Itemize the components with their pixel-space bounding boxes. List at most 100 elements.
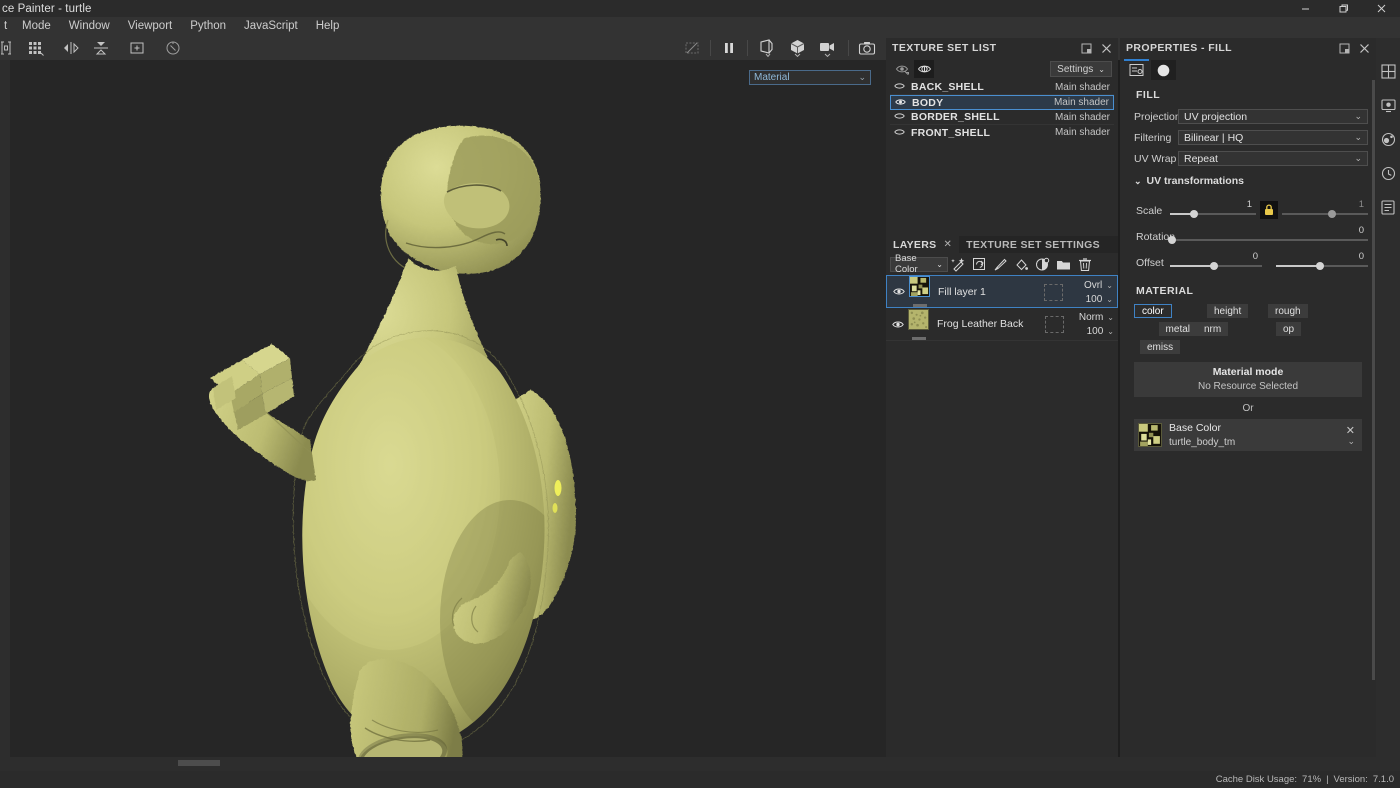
chevron-down-icon[interactable]: ⌄ <box>1347 436 1355 447</box>
sphere-material-icon[interactable] <box>1151 60 1176 80</box>
layer-blend-mode[interactable]: Norm ⌄ <box>1068 312 1114 323</box>
layer-blend-value: Ovrl <box>1083 280 1103 291</box>
eye-toggle-all-icon[interactable] <box>892 60 912 78</box>
symmetry-plane-icon[interactable] <box>88 36 114 60</box>
uv-transformations-header[interactable]: ⌄ UV transformations <box>1134 175 1368 187</box>
projection-select[interactable]: UV projection ⌄ <box>1178 109 1368 124</box>
viewport-material-dropdown[interactable]: Material ⌄ <box>749 70 871 85</box>
layer-mask-slot[interactable] <box>1044 284 1063 301</box>
close-button[interactable] <box>1362 0 1400 17</box>
menu-javascript[interactable]: JavaScript <box>235 17 307 36</box>
menu-window[interactable]: Window <box>60 17 119 36</box>
channel-chip-height[interactable]: height <box>1207 304 1249 318</box>
eye-icon[interactable] <box>891 287 907 296</box>
lock-icon[interactable] <box>1260 201 1278 219</box>
history-icon[interactable] <box>1379 164 1397 182</box>
scale-u-slider[interactable]: 1 <box>1170 199 1256 219</box>
tab-layers[interactable]: LAYERS ✕ <box>886 236 960 253</box>
bottom-strip-handle[interactable] <box>178 760 220 766</box>
offset-u-slider[interactable]: 0 <box>1170 251 1262 271</box>
shading-mode-icon[interactable] <box>753 36 783 60</box>
float-panel-icon[interactable] <box>1339 43 1350 54</box>
add-effect-icon[interactable] <box>948 254 969 274</box>
scrollbar-thumb[interactable] <box>1372 80 1375 680</box>
layer-opacity[interactable]: 100 ⌄ <box>1067 294 1113 305</box>
eye-icon[interactable] <box>894 81 905 93</box>
rotation-slider[interactable]: 0 <box>1167 225 1368 245</box>
symmetry-icon[interactable] <box>58 36 84 60</box>
channel-chip-emiss[interactable]: emiss <box>1140 340 1181 354</box>
left-tool-strip[interactable] <box>0 60 10 770</box>
channel-chip-rough[interactable]: rough <box>1268 304 1308 318</box>
scale-u-value: 1 <box>1246 199 1252 210</box>
base-color-thumbnail[interactable] <box>1138 423 1162 447</box>
scale-v-slider[interactable]: 1 <box>1282 199 1368 219</box>
chevron-down-icon: ⌄ <box>1107 313 1114 322</box>
texture-set-row-back-shell[interactable]: BACK_SHELL Main shader <box>890 80 1114 95</box>
pause-icon[interactable] <box>716 36 742 60</box>
menu-python[interactable]: Python <box>181 17 235 36</box>
add-adjustment-icon[interactable] <box>969 254 990 274</box>
fill-layer-thumbnail[interactable] <box>909 276 930 297</box>
uv-wrap-select[interactable]: Repeat ⌄ <box>1178 151 1368 166</box>
close-icon[interactable] <box>1101 43 1112 54</box>
screenshot-icon[interactable] <box>854 36 880 60</box>
layer-mask-slot[interactable] <box>1045 316 1064 333</box>
texture-set-row-front-shell[interactable]: FRONT_SHELL Main shader <box>890 125 1114 140</box>
eye-icon[interactable] <box>890 320 906 329</box>
add-fill-layer-icon[interactable] <box>1011 254 1032 274</box>
base-color-resource-card[interactable]: Base Color turtle_body_tm ✕ ⌄ <box>1134 419 1362 451</box>
channel-chip-nrm[interactable]: nrm <box>1197 322 1229 336</box>
texture-set-row-body[interactable]: BODY Main shader <box>890 95 1114 110</box>
viewport-3d[interactable]: Material ⌄ Y X Z <box>10 60 886 770</box>
maximize-restore-button[interactable] <box>1324 0 1362 17</box>
chevron-down-icon: ⌄ <box>858 72 866 82</box>
texture-set-row-border-shell[interactable]: BORDER_SHELL Main shader <box>890 110 1114 125</box>
float-panel-icon[interactable] <box>1081 43 1092 54</box>
add-folder-icon[interactable] <box>1053 254 1074 274</box>
channel-chip-color[interactable]: color <box>1134 304 1172 318</box>
add-smart-material-icon[interactable] <box>1032 254 1053 274</box>
layer-row-frog-leather-back[interactable]: Frog Leather Back Norm ⌄ 100 ⌄ <box>886 308 1118 341</box>
camera-mode-icon[interactable] <box>813 36 843 60</box>
layer-row-fill-layer-1[interactable]: Fill layer 1 Ovrl ⌄ 100 ⌄ <box>886 275 1118 308</box>
close-icon[interactable]: ✕ <box>943 239 952 250</box>
eye-icon[interactable] <box>894 111 905 123</box>
eye-icon[interactable] <box>894 127 905 139</box>
menu-mode[interactable]: Mode <box>13 17 60 36</box>
middle-dock: TEXTURE SET LIST Settings ⌄ BACK_SHELL M… <box>886 38 1118 770</box>
mesh-mode-icon[interactable] <box>783 36 813 60</box>
offset-v-slider[interactable]: 0 <box>1276 251 1368 271</box>
properties-sliders-icon[interactable] <box>1124 59 1149 80</box>
transform-tool-icon[interactable] <box>0 36 12 60</box>
menu-file-truncated[interactable]: t <box>0 17 13 36</box>
layer-blend-mode[interactable]: Ovrl ⌄ <box>1067 280 1113 291</box>
layer-opacity[interactable]: 100 ⌄ <box>1068 326 1114 337</box>
material-mode-dropzone[interactable]: Material mode No Resource Selected <box>1134 362 1362 397</box>
shader-settings-icon[interactable] <box>1379 130 1397 148</box>
channel-chip-op[interactable]: op <box>1276 322 1302 336</box>
add-paint-layer-icon[interactable] <box>990 254 1011 274</box>
menu-viewport[interactable]: Viewport <box>119 17 182 36</box>
menu-help[interactable]: Help <box>307 17 349 36</box>
tab-texture-set-settings[interactable]: TEXTURE SET SETTINGS <box>959 236 1107 253</box>
chevron-down-icon: ⌄ <box>1354 153 1362 163</box>
texture-set-shader: Main shader <box>1054 81 1110 93</box>
eye-icon[interactable] <box>895 97 906 109</box>
frog-leather-thumbnail[interactable] <box>908 308 929 330</box>
delete-layer-icon[interactable] <box>1074 254 1095 274</box>
add-projection-icon[interactable] <box>124 36 150 60</box>
channel-select[interactable]: Base Color ⌄ <box>890 253 948 275</box>
log-icon[interactable] <box>1379 198 1397 216</box>
minimize-button[interactable] <box>1286 0 1324 17</box>
display-settings-icon[interactable] <box>1379 96 1397 114</box>
display-off-icon[interactable] <box>679 36 705 60</box>
close-icon[interactable] <box>1359 43 1370 54</box>
bake-icon[interactable] <box>160 36 186 60</box>
eye-solo-icon[interactable] <box>914 60 934 78</box>
channel-chip-metal[interactable]: metal <box>1158 322 1197 336</box>
filtering-select[interactable]: Bilinear | HQ ⌄ <box>1178 130 1368 145</box>
texture-set-settings-button[interactable]: Settings ⌄ <box>1050 61 1112 77</box>
shelf-grid-icon[interactable] <box>1379 62 1397 80</box>
grid-snap-icon[interactable] <box>22 36 52 60</box>
